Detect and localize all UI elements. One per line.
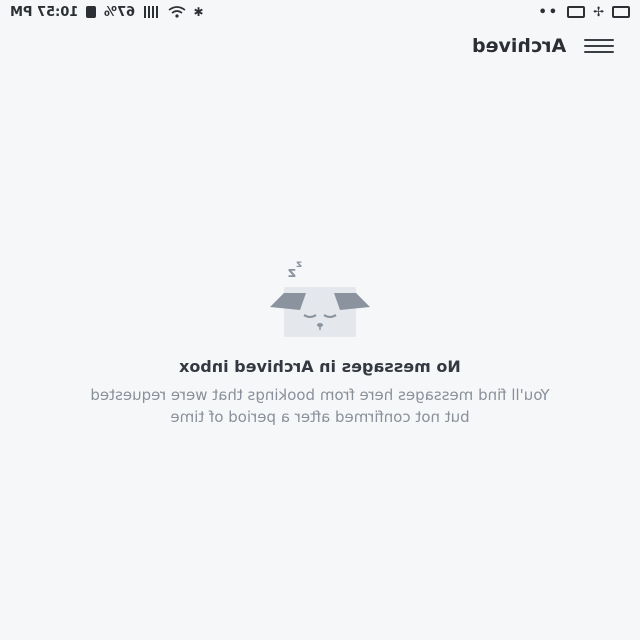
svg-text:z: z [296, 259, 302, 270]
battery-icon [86, 6, 97, 18]
status-time: 10:57 PM [10, 4, 79, 20]
menu-icon-line [584, 51, 614, 53]
status-battery-percent: 67% [104, 4, 136, 20]
svg-text:z: z [288, 265, 296, 281]
signal-icon [143, 6, 160, 18]
screen: 10:57 PM 67% ✱ •• ✢ Archived z z No mess… [0, 0, 640, 640]
menu-icon-line [584, 39, 614, 41]
app-bar: Archived [0, 24, 640, 68]
empty-state: z z No messages in Archived inbox You'll… [0, 255, 640, 428]
wifi-icon [168, 6, 185, 18]
notification-dots: •• [538, 4, 560, 20]
notification-message-icon [567, 6, 586, 18]
empty-state-title: No messages in Archived inbox [179, 357, 461, 376]
status-bar-right: •• ✢ [538, 5, 630, 20]
menu-button[interactable] [584, 38, 614, 54]
page-title: Archived [471, 35, 566, 57]
empty-state-description: You'll find messages here from bookings … [90, 386, 550, 426]
bluetooth-icon: ✱ [193, 5, 204, 19]
status-bar: 10:57 PM 67% ✱ •• ✢ [0, 0, 640, 24]
sleeping-dog-icon: z z [270, 259, 370, 337]
notification-fan-icon: ✢ [593, 4, 604, 20]
notification-image-icon [612, 6, 630, 18]
status-bar-left: 10:57 PM 67% ✱ [10, 5, 204, 20]
menu-icon-line [584, 45, 614, 47]
